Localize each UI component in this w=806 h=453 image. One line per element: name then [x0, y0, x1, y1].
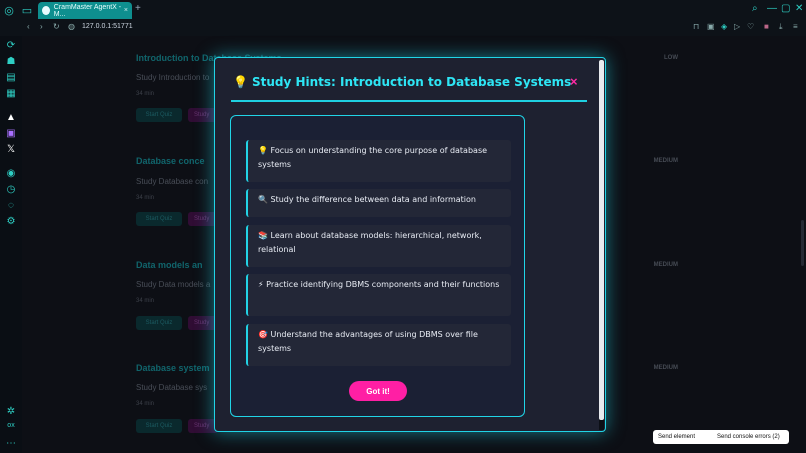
layers-icon[interactable]: ▤ — [5, 72, 17, 83]
devtools-bar: Send element Send console errors (2) — [653, 430, 789, 444]
flower-icon[interactable]: ✲ — [5, 406, 17, 417]
modal-scrollbar[interactable] — [599, 60, 604, 430]
close-window-icon[interactable]: ✕ — [795, 3, 803, 14]
hint-item: 🔍 Study the difference between data and … — [246, 189, 511, 217]
tab-title: CramMaster AgentX - M... — [53, 3, 122, 18]
bot-icon[interactable]: ☗ — [5, 56, 17, 67]
lightbulb-icon: 💡 — [233, 75, 248, 89]
close-icon[interactable]: × — [570, 74, 578, 89]
x-icon[interactable]: 𝕏 — [5, 144, 17, 155]
ox-icon[interactable]: ox — [5, 422, 17, 429]
play-icon[interactable]: ▷ — [734, 22, 740, 31]
hint-item: 💡 Focus on understanding the core purpos… — [246, 140, 511, 182]
tab-crammaster[interactable]: CramMaster AgentX - M... × — [38, 2, 132, 19]
heart-icon[interactable]: ♡ — [747, 22, 754, 31]
tab-list-icon[interactable]: ▭ — [18, 0, 36, 20]
globe-icon: ◍ — [68, 22, 75, 31]
shield-icon[interactable]: ◈ — [721, 22, 727, 31]
modal-header: 💡 Study Hints: Introduction to Database S… — [231, 72, 587, 102]
refresh-icon[interactable]: ⟳ — [5, 40, 17, 51]
send-console-errors-button[interactable]: Send console errors (2) — [713, 434, 780, 440]
avatar[interactable]: ■ — [764, 22, 769, 31]
screenshot-icon[interactable]: ▣ — [707, 22, 715, 31]
app-window: ◎ ▭ CramMaster AgentX - M... × + ⌕ — ▢ ✕… — [0, 0, 806, 453]
download-icon[interactable]: ⤓ — [779, 22, 783, 32]
gear-icon[interactable]: ⚙ — [5, 216, 17, 227]
modal-title-text: Study Hints: Introduction to Database Sy… — [251, 75, 572, 89]
got-it-button[interactable]: Got it! — [349, 381, 407, 401]
reload-icon[interactable]: ↻ — [53, 22, 60, 31]
address-bar: ‹ › ↻ ◍ 127.0.0.1:51771 ⊓ ▣ ◈ ▷ ♡ ■ ⤓ ≡ — [0, 20, 806, 36]
back-icon[interactable]: ‹ — [27, 22, 30, 31]
close-tab-icon[interactable]: × — [124, 7, 128, 14]
file-icon[interactable]: ▦ — [5, 88, 17, 99]
more-icon[interactable]: ⋯ — [5, 438, 17, 449]
study-hints-modal: 💡 Study Hints: Introduction to Database S… — [214, 57, 606, 432]
pin-icon[interactable]: ⊓ — [693, 22, 699, 31]
browser-sidebar: ⟳ ☗ ▤ ▦ ▲ ▣ 𝕏 ◉ ◷ ◌ ⚙ ✲ ox ⋯ — [0, 36, 22, 453]
browser-logo-icon[interactable]: ◎ — [0, 0, 18, 20]
hints-panel: 💡 Focus on understanding the core purpos… — [230, 115, 525, 417]
minimize-icon[interactable]: — — [767, 3, 777, 14]
hint-item: 🎯 Understand the advantages of using DBM… — [246, 324, 511, 366]
forward-icon[interactable]: › — [40, 22, 43, 31]
logo-icon[interactable]: ▲ — [5, 112, 17, 123]
hint-item: 📚 Learn about database models: hierarchi… — [246, 225, 511, 267]
menu-icon[interactable]: ≡ — [793, 22, 798, 31]
play-circle-icon[interactable]: ◉ — [5, 168, 17, 179]
search-icon[interactable]: ⌕ — [752, 3, 758, 14]
modal-scrollbar-thumb[interactable] — [599, 60, 604, 420]
send-element-button[interactable]: Send element — [653, 434, 713, 440]
hint-item: ⚡ Practice identifying DBMS components a… — [246, 274, 511, 316]
chat-icon[interactable]: ◌ — [5, 200, 17, 211]
twitch-icon[interactable]: ▣ — [5, 128, 17, 139]
url-field[interactable]: 127.0.0.1:51771 — [82, 23, 133, 30]
favicon-icon — [42, 6, 50, 15]
tab-bar: ◎ ▭ CramMaster AgentX - M... × + ⌕ — ▢ ✕ — [0, 0, 806, 20]
clock-icon[interactable]: ◷ — [5, 184, 17, 195]
new-tab-button[interactable]: + — [135, 3, 141, 14]
maximize-icon[interactable]: ▢ — [781, 3, 790, 14]
modal-title: 💡 Study Hints: Introduction to Database S… — [233, 75, 571, 89]
